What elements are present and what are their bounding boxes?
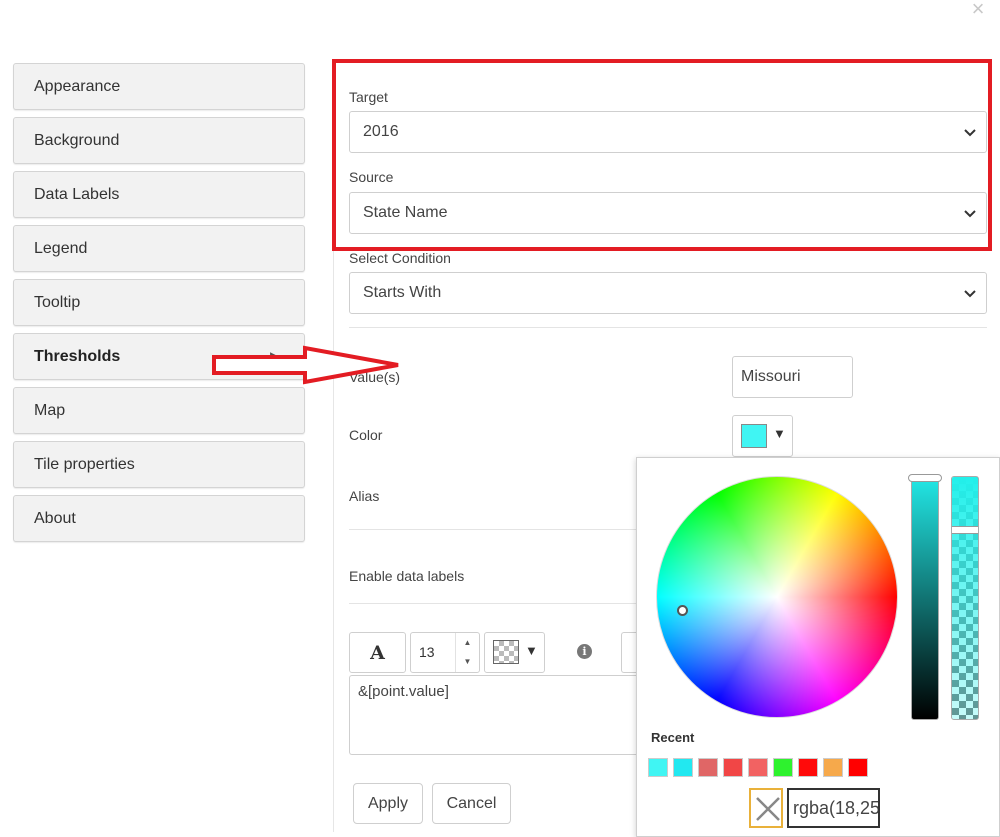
sidebar-item-label: Thresholds [34, 347, 121, 365]
color-wheel-marker[interactable] [677, 605, 688, 616]
sidebar-item-tile-properties[interactable]: Tile properties [13, 441, 305, 488]
sidebar-item-label: About [34, 509, 76, 527]
sidebar-item-tooltip[interactable]: Tooltip [13, 279, 305, 326]
opacity-slider[interactable] [951, 476, 979, 720]
sidebar-item-label: Data Labels [34, 185, 120, 203]
values-input-text: Missouri [741, 368, 801, 385]
color-label: Color [349, 427, 383, 443]
sidebar-item-label: Map [34, 401, 66, 419]
color-swatch [741, 424, 767, 448]
brightness-slider[interactable] [908, 474, 942, 720]
chevron-down-icon [964, 290, 976, 298]
color-value-text: rgba(18,255 [793, 797, 880, 818]
clear-x-icon [756, 797, 780, 821]
close-icon[interactable]: × [968, 0, 988, 22]
settings-sidebar: Appearance Background Data Labels Legend… [13, 63, 305, 549]
spin-down-icon[interactable]: ▼ [456, 652, 479, 671]
values-input[interactable]: Missouri [732, 356, 853, 398]
opacity-slider-handle[interactable] [952, 526, 978, 534]
condition-label: Select Condition [349, 250, 451, 266]
color-picker-button[interactable]: ▼ [732, 415, 793, 457]
brightness-slider-handle[interactable] [908, 474, 942, 482]
enable-data-labels-label: Enable data labels [349, 568, 465, 584]
recent-colors-label: Recent [651, 730, 695, 745]
dropdown-triangle-icon: ▼ [773, 426, 786, 441]
alias-label: Alias [349, 488, 380, 504]
sidebar-item-appearance[interactable]: Appearance [13, 63, 305, 110]
sidebar-item-legend[interactable]: Legend [13, 225, 305, 272]
cancel-button[interactable]: Cancel [432, 783, 511, 824]
recent-color-swatch[interactable] [848, 758, 868, 777]
recent-color-swatch[interactable] [748, 758, 768, 777]
sidebar-item-label: Tooltip [34, 293, 81, 311]
font-size-value: 13 [419, 644, 435, 660]
info-icon[interactable]: i [577, 644, 592, 659]
clear-color-button[interactable] [749, 788, 783, 828]
font-size-stepper[interactable]: 13 ▲ ▼ [410, 632, 480, 673]
label-background-color-button[interactable]: ▼ [484, 632, 545, 673]
transparent-swatch [493, 640, 519, 664]
recent-colors-list [648, 758, 873, 777]
color-value-input[interactable]: rgba(18,255 [787, 788, 880, 828]
condition-select[interactable]: Starts With [349, 272, 987, 314]
spin-up-icon[interactable]: ▲ [456, 633, 479, 652]
sidebar-item-label: Legend [34, 239, 88, 257]
recent-color-swatch[interactable] [698, 758, 718, 777]
recent-color-swatch[interactable] [648, 758, 668, 777]
spin-buttons: ▲ ▼ [455, 633, 479, 672]
apply-button[interactable]: Apply [353, 783, 423, 824]
sidebar-item-map[interactable]: Map [13, 387, 305, 434]
sidebar-item-label: Background [34, 131, 120, 149]
label-format-textarea[interactable]: &[point.value] [349, 675, 649, 755]
recent-color-swatch[interactable] [798, 758, 818, 777]
color-wheel[interactable] [656, 476, 898, 718]
condition-value: Starts With [363, 284, 442, 301]
sidebar-item-label: Tile properties [34, 455, 135, 473]
label-format-text: &[point.value] [358, 683, 449, 700]
sidebar-item-about[interactable]: About [13, 495, 305, 542]
recent-color-swatch[interactable] [823, 758, 843, 777]
sidebar-item-data-labels[interactable]: Data Labels [13, 171, 305, 218]
font-style-button[interactable]: A [349, 632, 406, 673]
divider [349, 327, 987, 328]
sidebar-item-background[interactable]: Background [13, 117, 305, 164]
recent-color-swatch[interactable] [773, 758, 793, 777]
sidebar-item-label: Appearance [34, 77, 121, 95]
arrow-annotation-icon [212, 345, 399, 385]
highlight-annotation-box [332, 59, 992, 251]
recent-color-swatch[interactable] [723, 758, 743, 777]
recent-color-swatch[interactable] [673, 758, 693, 777]
color-picker-popup: Recent rgba(18,255 [636, 457, 1000, 837]
dropdown-triangle-icon: ▼ [525, 643, 538, 658]
